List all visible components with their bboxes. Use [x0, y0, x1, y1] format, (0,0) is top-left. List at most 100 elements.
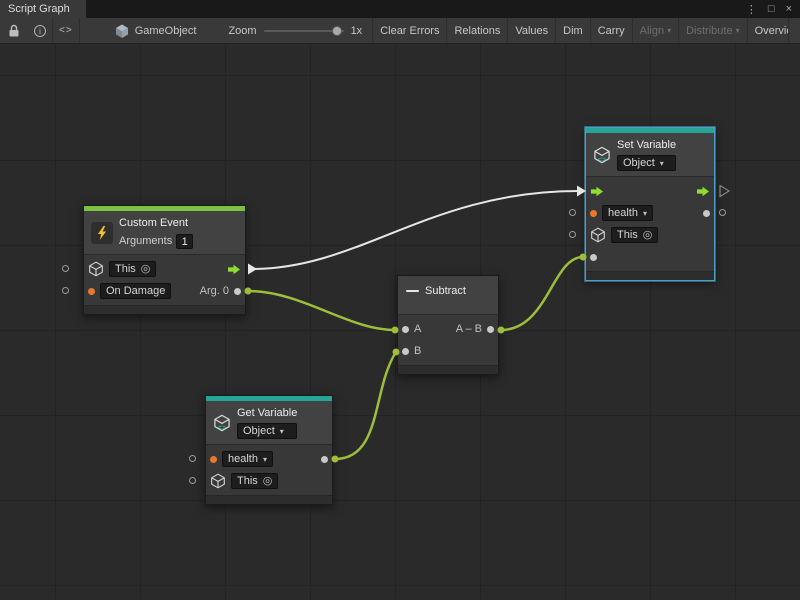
align-button[interactable]: Align ▾ — [632, 18, 678, 43]
edit-source-icon[interactable]: <> — [53, 18, 79, 43]
variable-cube-icon — [593, 146, 611, 164]
zoom-value: 1x — [351, 25, 363, 37]
floating-port — [569, 231, 576, 238]
node-get-variable[interactable]: Get Variable Object ▾ health ▾ — [205, 395, 333, 505]
values-button[interactable]: Values — [507, 18, 555, 43]
input-a-port[interactable] — [402, 326, 409, 333]
variable-name-value: health — [608, 207, 638, 219]
target-dropdown[interactable]: This ◎ — [231, 473, 278, 489]
set-variable-body: health ▾ This ◎ — [586, 176, 714, 271]
custom-event-header[interactable]: Custom Event Arguments 1 — [84, 211, 245, 254]
info-glyph: i — [34, 25, 46, 37]
overview-button[interactable]: Overview — [747, 18, 789, 43]
arguments-label: Arguments — [119, 235, 172, 247]
object-picker-icon[interactable]: ◎ — [263, 476, 273, 487]
set-variable-header[interactable]: Set Variable Object ▾ — [586, 133, 714, 176]
gameobject-cube-icon — [210, 473, 226, 489]
variable-name-value: health — [228, 453, 258, 465]
input-b-port[interactable] — [402, 348, 409, 355]
variable-name-dropdown[interactable]: health ▾ — [222, 451, 273, 467]
tab-title: Script Graph — [8, 3, 70, 15]
variable-scope-dropdown[interactable]: Object ▾ — [617, 155, 676, 171]
get-variable-header[interactable]: Get Variable Object ▾ — [206, 401, 332, 444]
output-port[interactable] — [487, 326, 494, 333]
port-row-target: This ◎ — [84, 258, 245, 280]
target-dropdown[interactable]: This ◎ — [611, 227, 658, 243]
target-dropdown[interactable]: This ◎ — [109, 261, 156, 277]
variable-name-port[interactable] — [590, 210, 597, 217]
variable-scope-dropdown[interactable]: Object ▾ — [237, 423, 297, 439]
arg0-label: Arg. 0 — [200, 285, 229, 297]
output-label: A – B — [456, 323, 482, 335]
maximize-icon[interactable]: □ — [768, 3, 775, 15]
wire-subtract-to-setvariable[interactable] — [501, 257, 583, 330]
arg0-output-port[interactable] — [234, 288, 241, 295]
node-set-variable[interactable]: Set Variable Object ▾ health ▾ — [585, 127, 715, 281]
floating-port — [62, 287, 69, 294]
relations-button[interactable]: Relations — [446, 18, 507, 43]
node-title: Set Variable — [617, 138, 676, 152]
graph-toolbar: i <> GameObject Zoom 1x Clear Errors Rel… — [0, 18, 800, 44]
distribute-label: Distribute — [686, 25, 732, 37]
value-input-port[interactable] — [590, 254, 597, 261]
dim-button[interactable]: Dim — [555, 18, 590, 43]
event-name-value: On Damage — [106, 285, 165, 297]
node-subtract[interactable]: Subtract A A – B B — [397, 275, 499, 375]
wire-getvariable-to-subtract-b[interactable] — [335, 352, 396, 459]
event-name-port[interactable] — [88, 288, 95, 295]
zoom-slider-track[interactable] — [264, 30, 344, 32]
node-footer — [206, 495, 332, 504]
custom-event-body: This ◎ On Damage Arg. 0 — [84, 254, 245, 305]
wire-start-arrowhead — [248, 264, 257, 275]
port-row-b: B — [398, 340, 498, 362]
info-icon[interactable]: i — [28, 18, 52, 43]
control-input-arrow-icon[interactable] — [590, 186, 604, 197]
object-picker-icon[interactable]: ◎ — [141, 264, 151, 275]
graph-canvas[interactable]: Custom Event Arguments 1 This ◎ — [0, 44, 800, 600]
input-b-label: B — [414, 345, 421, 357]
input-a-label: A — [414, 323, 421, 335]
clear-errors-button[interactable]: Clear Errors — [372, 18, 446, 43]
carry-button[interactable]: Carry — [590, 18, 632, 43]
floating-port-triangle — [720, 186, 729, 197]
chevron-down-icon: ▾ — [736, 26, 740, 35]
variable-name-dropdown[interactable]: health ▾ — [602, 205, 653, 221]
node-custom-event[interactable]: Custom Event Arguments 1 This ◎ — [83, 205, 246, 315]
lock-icon[interactable] — [0, 18, 28, 43]
event-name-field[interactable]: On Damage — [100, 283, 171, 299]
wire-control-customevent-to-setvariable[interactable] — [252, 191, 578, 269]
value-output-port[interactable] — [321, 456, 328, 463]
get-variable-body: health ▾ This ◎ — [206, 444, 332, 495]
control-output-arrow-icon[interactable] — [696, 186, 710, 197]
chevron-down-icon: ▾ — [667, 26, 671, 35]
port-row-name: health ▾ — [206, 448, 332, 470]
toolbar-buttons: Clear Errors Relations Values Dim Carry … — [372, 18, 788, 43]
variable-name-port[interactable] — [210, 456, 217, 463]
target-value: This — [115, 263, 136, 275]
chevron-down-icon: ▾ — [263, 455, 267, 464]
scope-value: Object — [623, 157, 655, 169]
floating-port — [62, 265, 69, 272]
control-output-arrow-icon[interactable] — [227, 264, 241, 275]
gameobject-selector[interactable]: GameObject — [114, 23, 197, 39]
floating-port — [189, 455, 196, 462]
gameobject-cube-icon — [88, 261, 104, 277]
close-icon[interactable]: × — [786, 3, 792, 15]
port-row-control — [586, 180, 714, 202]
node-title: Subtract — [425, 284, 466, 298]
wire-arg0-to-subtract-a[interactable] — [248, 291, 395, 330]
value-output-port[interactable] — [703, 210, 710, 217]
chevron-down-icon: ▾ — [660, 159, 664, 168]
arguments-count-field[interactable]: 1 — [176, 234, 193, 249]
gameobject-cube-icon — [590, 227, 606, 243]
window-menu-icon[interactable]: ⋮ — [746, 3, 757, 16]
port-row-value-input — [586, 246, 714, 268]
distribute-button[interactable]: Distribute ▾ — [678, 18, 746, 43]
zoom-slider-handle[interactable] — [332, 26, 342, 36]
subtract-body: A A – B B — [398, 314, 498, 365]
object-picker-icon[interactable]: ◎ — [643, 230, 653, 241]
zoom-control: Zoom 1x — [228, 25, 362, 37]
target-value: This — [237, 475, 258, 487]
subtract-header[interactable]: Subtract — [398, 276, 498, 314]
tab-script-graph[interactable]: Script Graph — [0, 0, 86, 18]
